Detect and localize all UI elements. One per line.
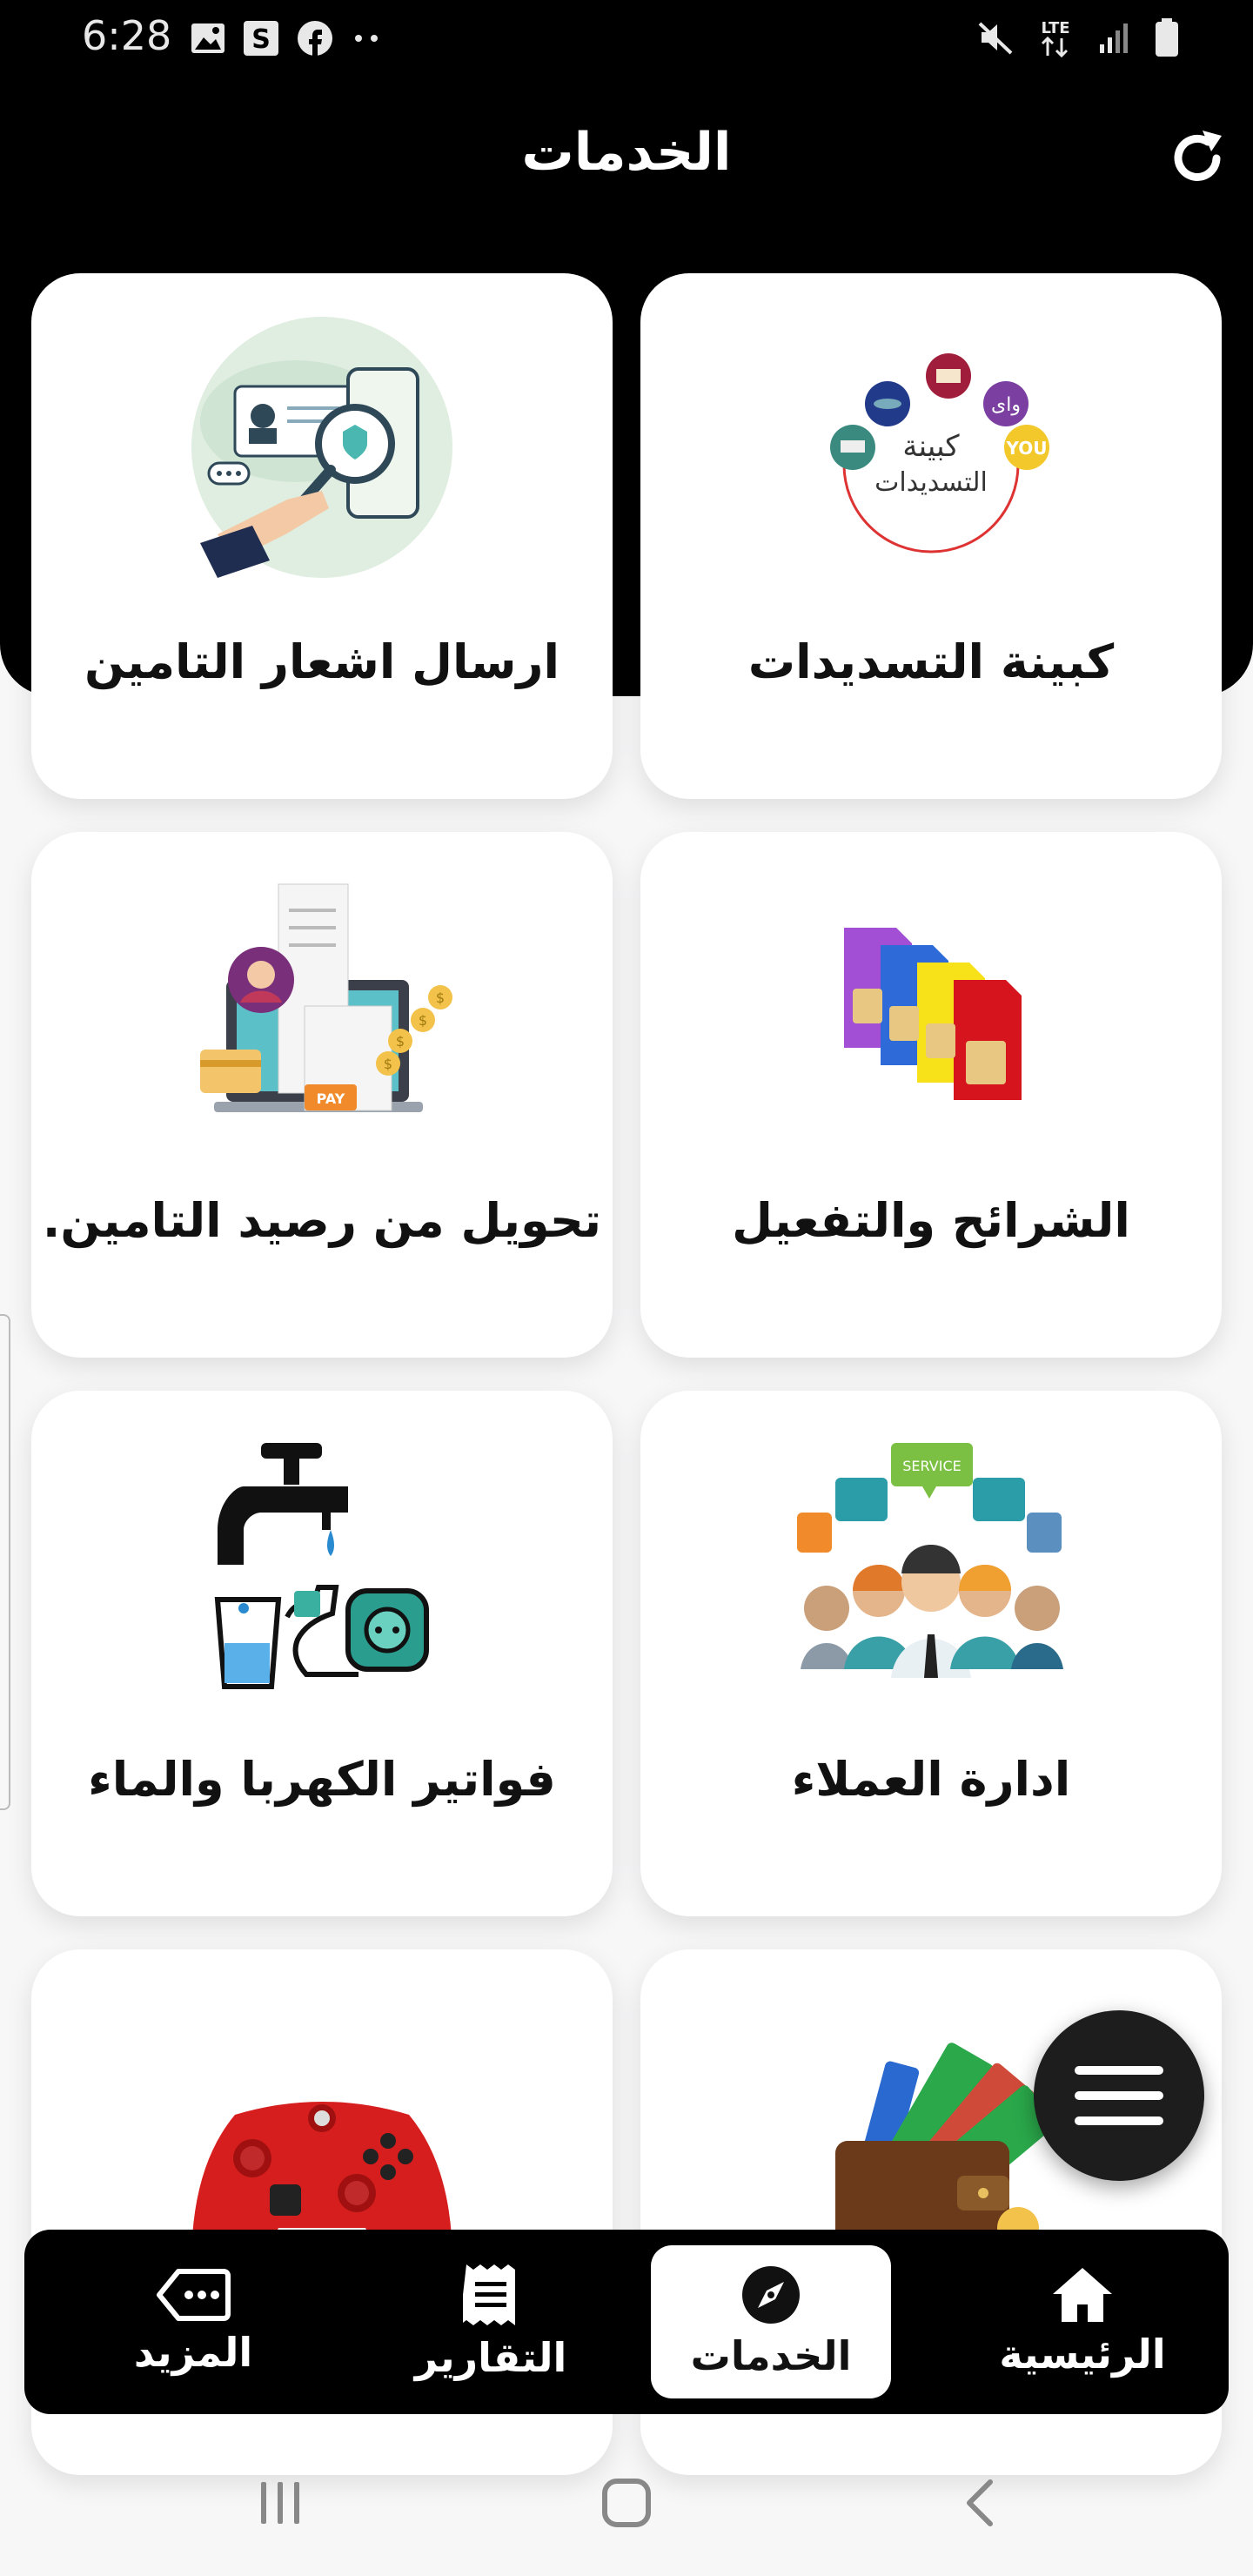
service-card-payments-cabinet[interactable]: وای YOU كبينة التسديدات كبينة التسديدات [640,273,1222,799]
service-label: الشرائح والتفعيل [732,1193,1130,1248]
sim-cards-illustration [640,867,1222,1145]
pay-transfer-illustration: PAY $ $ $ $ [31,867,613,1145]
you-logo-text: YOU [1005,438,1047,459]
payments-cabinet-illustration: وای YOU كبينة التسديدات [640,308,1222,587]
status-right-icons: LTE [976,16,1180,59]
service-label: كبينة التسديدات [747,634,1115,689]
bottom-navigation: الرئيسية الخدمات التقارير المزيد [24,2230,1229,2414]
nav-item-services[interactable]: الخدمات [651,2245,891,2398]
refresh-button[interactable] [1163,124,1232,193]
receipt-icon [463,2264,515,2325]
service-card-utility-bills[interactable]: فواتير الكهربا والماء [31,1391,613,1916]
more-dots-icon [355,35,378,42]
nav-label-home: الرئيسية [999,2331,1166,2378]
signal-icon [1100,23,1128,53]
service-label: تحويل من رصيد التامين. [42,1193,602,1248]
home-system-icon[interactable] [600,2477,653,2529]
more-tag-icon [157,2269,231,2321]
status-bar: 6:28 S LTE [0,0,1253,78]
service-label: فواتير الكهربا والماء [88,1752,556,1807]
nav-label-reports: التقارير [414,2334,567,2381]
insurance-notice-illustration [31,308,613,587]
svg-text:$: $ [419,1012,427,1029]
service-label: ارسال اشعار التامين [84,634,560,689]
menu-fab-button[interactable] [1034,2010,1204,2181]
status-left-icons: S [190,19,385,57]
nav-item-reports[interactable]: التقارير [371,2230,611,2414]
pay-button-text: PAY [317,1090,345,1107]
service-card-sim-activation[interactable]: الشرائح والتفعيل [640,832,1222,1358]
svg-text:$: $ [436,989,445,1006]
back-icon[interactable] [955,2477,1008,2529]
system-navigation-bar [0,2437,1253,2576]
refresh-icon [1174,131,1222,181]
utility-bills-illustration [31,1426,613,1704]
edge-panel-handle[interactable] [0,1314,10,1810]
svg-text:S: S [251,24,271,55]
screen: 6:28 S LTE الخدمات وای YOU كبينة التسديد… [0,0,1253,2576]
mute-icon [978,22,1013,55]
s-app-icon: S [244,21,278,56]
compass-icon [742,2266,800,2324]
service-card-customer-management[interactable]: SERVICE ادارة العملاء [640,1391,1222,1916]
recent-apps-icon[interactable] [254,2477,306,2529]
cabinet-logo-line2: التسديدات [874,467,988,498]
battery-icon [1156,18,1178,57]
nav-item-more[interactable]: المزيد [73,2230,313,2414]
svg-text:$: $ [384,1056,392,1072]
service-bubble-text: SERVICE [902,1458,961,1474]
svg-text:$: $ [396,1033,405,1050]
page-title: الخدمات [521,122,732,183]
menu-icon [1075,2066,1163,2125]
lte-icon: LTE [1041,19,1070,58]
status-time: 6:28 [82,12,172,59]
svg-text:وای: وای [991,394,1021,416]
service-card-insurance-transfer[interactable]: PAY $ $ $ $ تحويل من رصيد التامين. [31,832,613,1358]
nav-label-more: المزيد [133,2329,253,2376]
facebook-icon [298,21,332,56]
service-label: ادارة العملاء [791,1752,1071,1807]
app-bar: الخدمات [0,113,1253,200]
cabinet-logo-line1: كبينة [902,429,960,464]
service-card-insurance-notice[interactable]: ارسال اشعار التامين [31,273,613,799]
nav-label-services: الخدمات [690,2332,852,2379]
home-icon [1053,2268,1112,2322]
customer-service-illustration: SERVICE [640,1426,1222,1704]
nav-item-home[interactable]: الرئيسية [962,2230,1203,2414]
image-icon [191,23,224,53]
svg-text:LTE: LTE [1041,19,1069,37]
